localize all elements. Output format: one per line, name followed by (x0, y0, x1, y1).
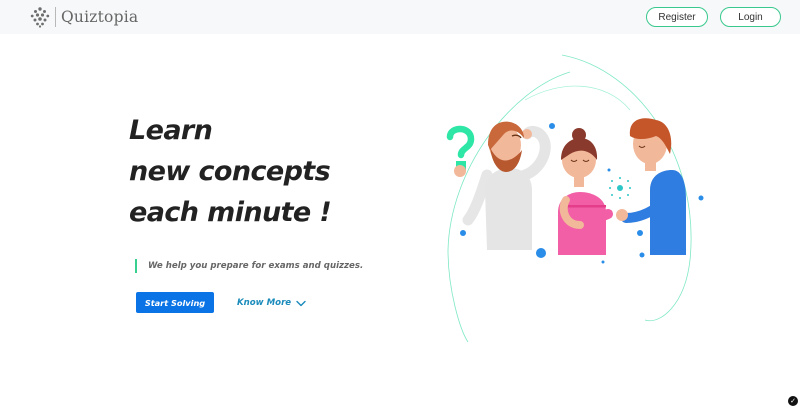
know-more-label: Know More (237, 298, 292, 308)
register-button[interactable]: Register (646, 7, 708, 27)
hero-tagline: We help you prepare for exams and quizze… (135, 259, 363, 273)
swirl-line (524, 85, 631, 111)
quiztopia-logo-icon (30, 7, 50, 28)
woman-figure (558, 128, 613, 255)
sparkle-icon (609, 177, 631, 199)
decor-dot (549, 123, 555, 129)
navbar: Quiztopia Register Login (0, 0, 800, 34)
headline-line-1: Learn (129, 115, 213, 146)
decor-dot (639, 252, 645, 258)
hero-headline: Learn new concepts each minute ! (129, 110, 332, 233)
start-solving-button[interactable]: Start Solving (136, 292, 214, 313)
decor-dot (698, 195, 704, 201)
login-button[interactable]: Login (720, 7, 781, 27)
brand-logo[interactable]: Quiztopia (29, 5, 138, 29)
decor-dot (601, 260, 605, 264)
brand-divider (55, 7, 56, 27)
headline-line-2: new concepts (129, 156, 331, 187)
brand-name: Quiztopia (61, 8, 139, 26)
decor-dot (460, 230, 466, 236)
decor-dot (637, 230, 643, 236)
know-more-link[interactable]: Know More (237, 296, 306, 310)
man-in-blue-figure (616, 118, 686, 255)
headline-line-3: each minute ! (129, 197, 332, 228)
hero-illustration (446, 54, 704, 343)
chevron-down-icon (296, 300, 306, 306)
cookie-consent-icon[interactable]: ✓ (788, 396, 798, 406)
decor-dot (536, 248, 546, 258)
question-mark-icon (446, 125, 475, 171)
decor-dot (607, 168, 611, 172)
